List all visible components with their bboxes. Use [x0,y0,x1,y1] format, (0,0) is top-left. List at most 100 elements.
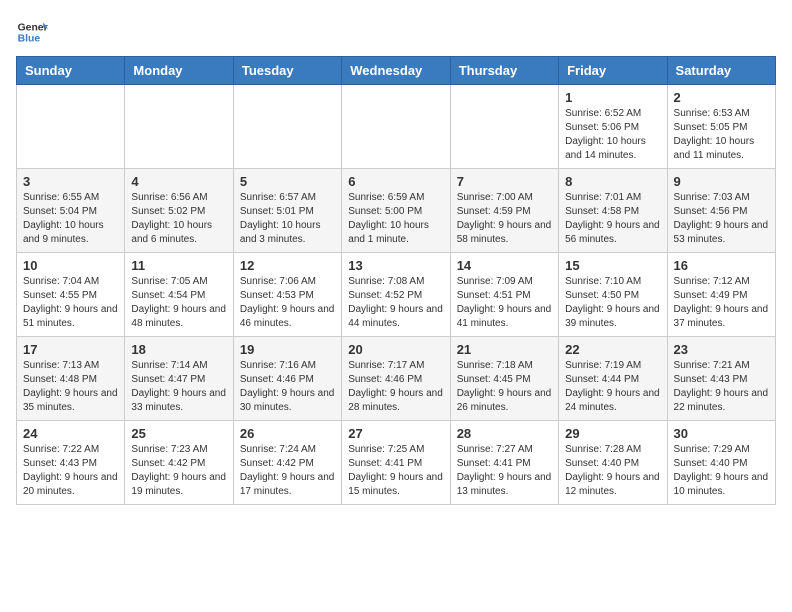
calendar-cell: 6Sunrise: 6:59 AM Sunset: 5:00 PM Daylig… [342,169,450,253]
calendar-cell: 9 Sunrise: 7:03 AM Sunset: 4:56 PM Daylig… [667,169,775,253]
column-header-friday: Friday [559,57,667,85]
day-number: 27 [348,426,443,441]
day-number: 23 [674,342,769,357]
day-number: 29 [565,426,660,441]
day-number: 5 [240,174,335,189]
day-number: 2 [674,90,769,105]
day-info: Sunrise: 6:57 AM Sunset: 5:01 PM Dayligh… [240,191,335,247]
day-number: 24 [23,426,118,441]
calendar-body: 1Sunrise: 6:52 AM Sunset: 5:06 PM Daylig… [17,85,776,505]
calendar-cell [233,85,341,169]
day-info: Sunrise: 7:06 AM Sunset: 4:53 PM Dayligh… [240,275,335,331]
day-info: Sunrise: 7:01 AM Sunset: 4:58 PM Dayligh… [565,191,660,247]
logo: General Blue [16,16,52,48]
calendar-week-1: 1Sunrise: 6:52 AM Sunset: 5:06 PM Daylig… [17,85,776,169]
calendar-cell: 10 Sunrise: 7:04 AM Sunset: 4:55 PM Dayli… [17,253,125,337]
day-info: Sunrise: 7:17 AM Sunset: 4:46 PM Dayligh… [348,359,443,415]
day-info: Sunrise: 7:27 AM Sunset: 4:41 PM Dayligh… [457,443,552,499]
column-header-tuesday: Tuesday [233,57,341,85]
logo-icon: General Blue [16,16,48,48]
calendar-cell: 28Sunrise: 7:27 AM Sunset: 4:41 PM Dayli… [450,421,558,505]
calendar-cell: 14 Sunrise: 7:09 AM Sunset: 4:51 PM Dayli… [450,253,558,337]
calendar-cell: 29 Sunrise: 7:28 AM Sunset: 4:40 PM Dayli… [559,421,667,505]
calendar-cell: 24 Sunrise: 7:22 AM Sunset: 4:43 PM Dayli… [17,421,125,505]
column-header-wednesday: Wednesday [342,57,450,85]
day-info: Sunrise: 7:16 AM Sunset: 4:46 PM Dayligh… [240,359,335,415]
day-info: Sunrise: 7:08 AM Sunset: 4:52 PM Dayligh… [348,275,443,331]
day-number: 26 [240,426,335,441]
calendar-cell: 4 Sunrise: 6:56 AM Sunset: 5:02 PM Daylig… [125,169,233,253]
day-info: Sunrise: 7:13 AM Sunset: 4:48 PM Dayligh… [23,359,118,415]
day-number: 30 [674,426,769,441]
day-info: Sunrise: 7:05 AM Sunset: 4:54 PM Dayligh… [131,275,226,331]
day-number: 15 [565,258,660,273]
calendar-cell: 16 Sunrise: 7:12 AM Sunset: 4:49 PM Dayli… [667,253,775,337]
day-number: 19 [240,342,335,357]
calendar-cell: 8 Sunrise: 7:01 AM Sunset: 4:58 PM Daylig… [559,169,667,253]
day-info: Sunrise: 7:21 AM Sunset: 4:43 PM Dayligh… [674,359,769,415]
day-number: 25 [131,426,226,441]
calendar-cell: 26Sunrise: 7:24 AM Sunset: 4:42 PM Dayli… [233,421,341,505]
day-number: 17 [23,342,118,357]
page-header: General Blue [16,16,776,48]
day-info: Sunrise: 7:25 AM Sunset: 4:41 PM Dayligh… [348,443,443,499]
day-number: 10 [23,258,118,273]
day-info: Sunrise: 7:23 AM Sunset: 4:42 PM Dayligh… [131,443,226,499]
day-number: 13 [348,258,443,273]
calendar-week-2: 3 Sunrise: 6:55 AM Sunset: 5:04 PM Daylig… [17,169,776,253]
day-info: Sunrise: 6:56 AM Sunset: 5:02 PM Dayligh… [131,191,226,247]
day-number: 7 [457,174,552,189]
day-info: Sunrise: 7:18 AM Sunset: 4:45 PM Dayligh… [457,359,552,415]
day-number: 1 [565,90,660,105]
day-number: 14 [457,258,552,273]
calendar-cell: 21 Sunrise: 7:18 AM Sunset: 4:45 PM Dayli… [450,337,558,421]
svg-text:Blue: Blue [18,34,41,45]
calendar-cell: 25 Sunrise: 7:23 AM Sunset: 4:42 PM Dayli… [125,421,233,505]
day-number: 12 [240,258,335,273]
calendar-cell: 17 Sunrise: 7:13 AM Sunset: 4:48 PM Dayli… [17,337,125,421]
calendar-cell [125,85,233,169]
calendar-cell [342,85,450,169]
day-number: 22 [565,342,660,357]
calendar-cell: 19 Sunrise: 7:16 AM Sunset: 4:46 PM Dayli… [233,337,341,421]
calendar-cell: 13 Sunrise: 7:08 AM Sunset: 4:52 PM Dayli… [342,253,450,337]
day-info: Sunrise: 7:14 AM Sunset: 4:47 PM Dayligh… [131,359,226,415]
calendar-table: SundayMondayTuesdayWednesdayThursdayFrid… [16,56,776,505]
calendar-cell [17,85,125,169]
day-info: Sunrise: 7:04 AM Sunset: 4:55 PM Dayligh… [23,275,118,331]
calendar-header: SundayMondayTuesdayWednesdayThursdayFrid… [17,57,776,85]
calendar-week-4: 17 Sunrise: 7:13 AM Sunset: 4:48 PM Dayli… [17,337,776,421]
day-number: 9 [674,174,769,189]
column-header-saturday: Saturday [667,57,775,85]
calendar-week-3: 10 Sunrise: 7:04 AM Sunset: 4:55 PM Dayli… [17,253,776,337]
calendar-cell: 27 Sunrise: 7:25 AM Sunset: 4:41 PM Dayli… [342,421,450,505]
day-number: 3 [23,174,118,189]
day-info: Sunrise: 7:22 AM Sunset: 4:43 PM Dayligh… [23,443,118,499]
day-number: 8 [565,174,660,189]
day-info: Sunrise: 7:09 AM Sunset: 4:51 PM Dayligh… [457,275,552,331]
calendar-cell: 20Sunrise: 7:17 AM Sunset: 4:46 PM Dayli… [342,337,450,421]
calendar-cell: 2 Sunrise: 6:53 AM Sunset: 5:05 PM Daylig… [667,85,775,169]
day-info: Sunrise: 6:55 AM Sunset: 5:04 PM Dayligh… [23,191,118,247]
day-info: Sunrise: 7:12 AM Sunset: 4:49 PM Dayligh… [674,275,769,331]
day-info: Sunrise: 7:28 AM Sunset: 4:40 PM Dayligh… [565,443,660,499]
calendar-cell [450,85,558,169]
column-header-monday: Monday [125,57,233,85]
day-number: 11 [131,258,226,273]
day-info: Sunrise: 7:29 AM Sunset: 4:40 PM Dayligh… [674,443,769,499]
day-number: 4 [131,174,226,189]
calendar-week-5: 24 Sunrise: 7:22 AM Sunset: 4:43 PM Dayli… [17,421,776,505]
column-header-sunday: Sunday [17,57,125,85]
calendar-cell: 22 Sunrise: 7:19 AM Sunset: 4:44 PM Dayli… [559,337,667,421]
day-number: 21 [457,342,552,357]
calendar-cell: 11 Sunrise: 7:05 AM Sunset: 4:54 PM Dayli… [125,253,233,337]
day-number: 18 [131,342,226,357]
day-info: Sunrise: 6:53 AM Sunset: 5:05 PM Dayligh… [674,107,769,163]
day-info: Sunrise: 7:10 AM Sunset: 4:50 PM Dayligh… [565,275,660,331]
day-info: Sunrise: 7:19 AM Sunset: 4:44 PM Dayligh… [565,359,660,415]
column-header-thursday: Thursday [450,57,558,85]
calendar-cell: 5 Sunrise: 6:57 AM Sunset: 5:01 PM Daylig… [233,169,341,253]
day-number: 16 [674,258,769,273]
header-row: SundayMondayTuesdayWednesdayThursdayFrid… [17,57,776,85]
day-info: Sunrise: 7:03 AM Sunset: 4:56 PM Dayligh… [674,191,769,247]
